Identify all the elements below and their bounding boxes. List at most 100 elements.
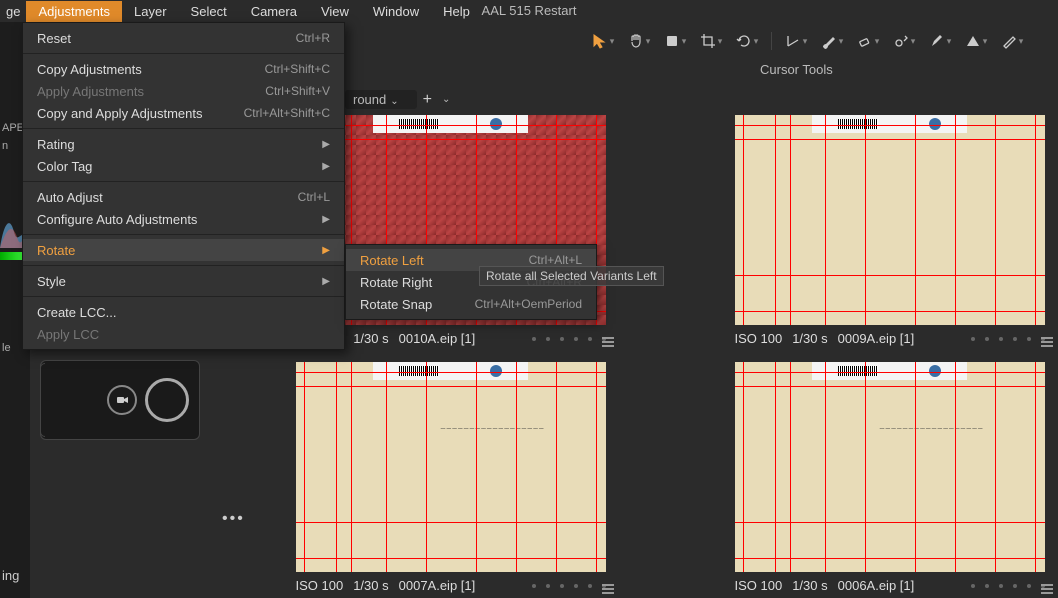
cursor-toolbar: ▾ ▾ ▾ ▾ ▾ ▾ ▾ ▾ ▾ ▾ ▾ ▾ — [587, 30, 1028, 52]
mask-tool-icon[interactable]: ▾ — [960, 30, 992, 52]
guide-vline — [743, 115, 744, 325]
menu-color-tag[interactable]: Color Tag▶ — [23, 155, 344, 177]
thumbnail-image[interactable]: ـــ ـــ ـــ ـــ ـــ ـــ ـــ ـــ ـــ ـــ … — [296, 362, 606, 572]
video-capture-button[interactable] — [107, 385, 137, 415]
rotate-tool-icon[interactable]: ▾ — [731, 30, 763, 52]
logo-icon — [929, 365, 941, 377]
chevron-down-icon: ⌄ — [442, 94, 450, 105]
angle-tool-icon[interactable]: ▾ — [780, 30, 812, 52]
guide-vline — [825, 362, 826, 572]
menubar-item-window[interactable]: Window — [361, 1, 431, 22]
menu-configure-auto[interactable]: Configure Auto Adjustments▶ — [23, 208, 344, 230]
guide-hline — [735, 386, 1045, 387]
menu-copy-adjustments[interactable]: Copy AdjustmentsCtrl+Shift+C — [23, 58, 344, 80]
menu-item-label: Copy Adjustments — [37, 62, 265, 77]
guide-vline — [995, 362, 996, 572]
menu-separator — [23, 265, 344, 266]
shutter-label: 1/30 s — [353, 331, 388, 346]
menu-create-lcc[interactable]: Create LCC... — [23, 301, 344, 323]
pencil-tool-icon[interactable]: ▾ — [996, 30, 1028, 52]
submenu-rotate-snap[interactable]: Rotate SnapCtrl+Alt+OemPeriod — [346, 293, 596, 315]
shutter-label: 1/30 s — [792, 331, 827, 346]
thumbnail-caption: ISO 1001/30 s0006A.eip [1] — [735, 578, 1045, 593]
filename-label: 0009A.eip [1] — [838, 331, 915, 346]
menu-copy-apply-adjustments[interactable]: Copy and Apply AdjustmentsCtrl+Alt+Shift… — [23, 102, 344, 124]
menubar-item-help[interactable]: Help — [431, 1, 482, 22]
guide-vline — [476, 362, 477, 572]
guide-vline — [336, 362, 337, 572]
brush-tool-icon[interactable]: ▾ — [816, 30, 848, 52]
fragment-text: ing — [2, 568, 19, 583]
submenu-arrow-icon: ▶ — [322, 139, 330, 150]
status-dots — [532, 337, 606, 341]
thumbnail-image[interactable]: ـــ ـــ ـــ ـــ ـــ ـــ ـــ ـــ ـــ ـــ … — [735, 362, 1045, 572]
barcode-strip — [373, 115, 528, 133]
menu-separator — [23, 296, 344, 297]
iso-label: ISO 100 — [735, 578, 783, 593]
layer-select[interactable]: round⌄ — [345, 90, 417, 109]
filename-label: 0007A.eip [1] — [399, 578, 476, 593]
list-icon[interactable] — [602, 337, 606, 341]
list-icon[interactable] — [602, 584, 606, 588]
menu-item-label: Configure Auto Adjustments — [37, 212, 322, 227]
menu-separator — [23, 234, 344, 235]
menu-item-label: Create LCC... — [37, 305, 330, 320]
thumbnail-cell[interactable]: ـــ ـــ ـــ ـــ ـــ ـــ ـــ ـــ ـــ ـــ … — [725, 362, 1054, 593]
hand-tool-icon[interactable]: ▾ — [623, 30, 655, 52]
menubar-item-layer[interactable]: Layer — [122, 1, 179, 22]
menu-apply-adjustments: Apply AdjustmentsCtrl+Shift+V — [23, 80, 344, 102]
color-tool-icon[interactable]: ▾ — [659, 30, 691, 52]
barcode-icon — [838, 119, 878, 129]
filename-label: 0010A.eip [1] — [399, 331, 476, 346]
capture-button[interactable] — [145, 378, 189, 422]
guide-hline — [735, 372, 1045, 373]
menubar-item-camera[interactable]: Camera — [239, 1, 309, 22]
shutter-label: 1/30 s — [353, 578, 388, 593]
menubar-item-select[interactable]: Select — [179, 1, 239, 22]
menu-reset[interactable]: ResetCtrl+R — [23, 27, 344, 49]
menu-style[interactable]: Style▶ — [23, 270, 344, 292]
eraser-tool-icon[interactable]: ▾ — [852, 30, 884, 52]
guide-vline — [915, 115, 916, 325]
submenu-arrow-icon: ▶ — [322, 245, 330, 256]
manuscript-content: ـــ ـــ ـــ ـــ ـــ ـــ ـــ ـــ ـــ ـــ … — [828, 425, 983, 530]
guide-vline — [516, 362, 517, 572]
menu-item-label: Style — [37, 274, 322, 289]
guide-hline — [735, 558, 1045, 559]
more-icon[interactable]: ••• — [222, 510, 245, 528]
menu-rating[interactable]: Rating▶ — [23, 133, 344, 155]
thumbnail-caption: ISO 100 1/30 s 0007A.eip [1] — [296, 578, 606, 593]
brush2-tool-icon[interactable]: ▾ — [924, 30, 956, 52]
guide-hline — [296, 558, 606, 559]
barcode-icon — [399, 366, 439, 376]
cursor-tools-label: Cursor Tools — [760, 62, 833, 77]
thumbnail-cell[interactable]: ISO 1001/30 s0009A.eip [1] — [725, 115, 1054, 346]
menu-rotate[interactable]: Rotate▶ — [23, 239, 344, 261]
menubar-item-ge[interactable]: ge — [4, 1, 26, 22]
iso-label: ISO 100 — [296, 578, 344, 593]
add-layer-button[interactable]: + — [423, 91, 432, 109]
menu-shortcut: Ctrl+Alt+Shift+C — [244, 106, 330, 120]
menu-shortcut: Ctrl+R — [296, 31, 330, 45]
clone-tool-icon[interactable]: ▾ — [888, 30, 920, 52]
guide-vline — [743, 362, 744, 572]
crop-tool-icon[interactable]: ▾ — [695, 30, 727, 52]
thumbnail-image[interactable] — [735, 115, 1045, 325]
guide-vline — [790, 362, 791, 572]
guide-hline — [735, 311, 1045, 312]
menubar-item-adjustments[interactable]: Adjustments — [26, 1, 122, 22]
thumbnail-background — [735, 115, 1045, 325]
list-icon[interactable] — [1041, 584, 1045, 588]
menu-item-label: Auto Adjust — [37, 190, 298, 205]
guide-vline — [426, 362, 427, 572]
cursor-tool-icon[interactable]: ▾ — [587, 30, 619, 52]
logo-icon — [490, 118, 502, 130]
guide-hline — [735, 275, 1045, 276]
guide-vline — [1035, 115, 1036, 325]
guide-hline — [296, 386, 606, 387]
thumbnail-cell[interactable]: ـــ ـــ ـــ ـــ ـــ ـــ ـــ ـــ ـــ ـــ … — [286, 362, 615, 593]
list-icon[interactable] — [1041, 337, 1045, 341]
menubar-item-view[interactable]: View — [309, 1, 361, 22]
menu-separator — [23, 181, 344, 182]
menu-auto-adjust[interactable]: Auto AdjustCtrl+L — [23, 186, 344, 208]
